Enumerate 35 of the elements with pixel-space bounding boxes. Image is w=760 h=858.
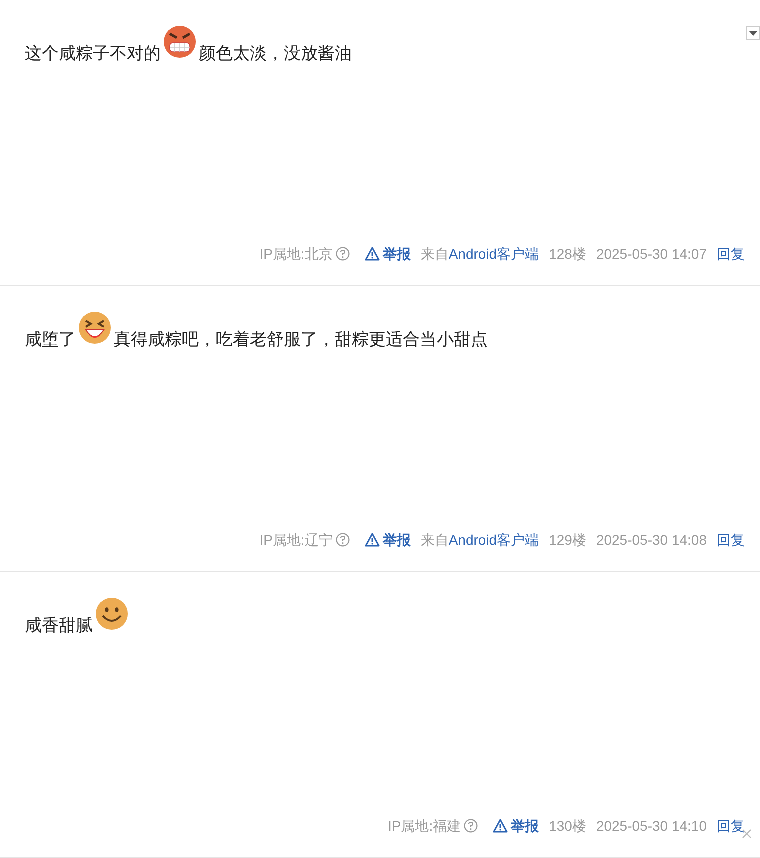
- client-link[interactable]: Android客户端: [448, 245, 540, 263]
- reply-link[interactable]: 回复: [717, 817, 745, 835]
- post-time: 2025-05-30 14:08: [596, 531, 707, 549]
- post-time: 2025-05-30 14:10: [596, 817, 707, 835]
- help-icon: [336, 247, 350, 261]
- client-link[interactable]: Android客户端: [448, 531, 540, 549]
- comment-text: 真得咸粽吧，吃着老舒服了，甜粽更适合当小甜点: [114, 329, 488, 351]
- source-label: 来自: [420, 531, 449, 549]
- caret-icon: [748, 30, 758, 36]
- reply-link[interactable]: 回复: [717, 531, 745, 549]
- ip-location: IP属地:北京: [260, 245, 333, 263]
- report-link[interactable]: 举报: [493, 817, 540, 835]
- warning-icon: [364, 533, 380, 547]
- angry-face-icon: [162, 24, 198, 60]
- report-link[interactable]: 举报: [364, 531, 411, 549]
- floor-number: 129楼: [549, 531, 586, 549]
- ip-location: IP属地:辽宁: [260, 531, 333, 549]
- help-icon: [464, 819, 478, 833]
- comment-text: 咸堕了: [25, 329, 76, 351]
- floor-number: 128楼: [549, 245, 586, 263]
- warning-icon: [493, 819, 508, 833]
- post-time: 2025-05-30 14:07: [596, 245, 707, 263]
- ip-location: IP属地:福建: [388, 817, 462, 835]
- source-label: 来自: [420, 245, 449, 263]
- floor-number: 130楼: [549, 817, 586, 835]
- help-icon: [336, 533, 350, 547]
- dropdown-button[interactable]: [746, 26, 760, 40]
- comment-text: 颜色太淡，没放酱油: [199, 43, 352, 65]
- warning-icon: [364, 247, 380, 261]
- report-link[interactable]: 举报: [364, 245, 411, 263]
- reply-link[interactable]: 回复: [717, 245, 745, 263]
- laughing-face-icon: [77, 310, 113, 346]
- comment-text: 这个咸粽子不对的: [25, 43, 161, 65]
- comment-text: 咸香甜腻: [25, 615, 93, 637]
- smiling-face-icon: [94, 596, 130, 632]
